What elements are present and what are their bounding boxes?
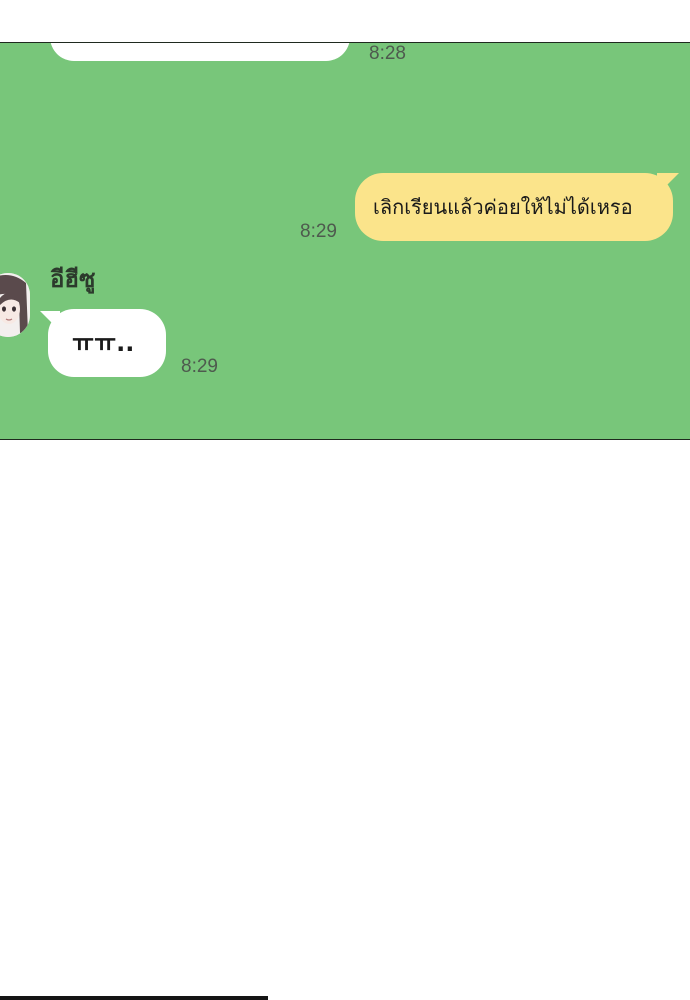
page: 8:28 เลิกเรียนแล้วค่อยให้ไม่ได้เหรอ 8:29… xyxy=(0,0,690,1000)
received-message-time: 8:29 xyxy=(181,356,218,377)
sender-avatar[interactable] xyxy=(0,273,30,337)
chat-panel: 8:28 เลิกเรียนแล้วค่อยให้ไม่ได้เหรอ 8:29… xyxy=(0,42,690,440)
previous-message-time: 8:28 xyxy=(369,43,406,64)
sent-message-time: 8:29 xyxy=(300,221,337,242)
bottom-edge-strip xyxy=(0,996,268,1000)
sent-message-text: เลิกเรียนแล้วค่อยให้ไม่ได้เหรอ xyxy=(373,195,633,219)
avatar-icon xyxy=(0,273,30,337)
previous-message-bubble xyxy=(50,43,350,61)
received-message-bubble[interactable]: ㅠㅠ.. xyxy=(48,309,166,377)
sent-message-bubble[interactable]: เลิกเรียนแล้วค่อยให้ไม่ได้เหรอ xyxy=(355,173,673,241)
received-message-text: ㅠㅠ.. xyxy=(72,329,135,357)
sender-name: อีฮีซู xyxy=(50,265,96,293)
